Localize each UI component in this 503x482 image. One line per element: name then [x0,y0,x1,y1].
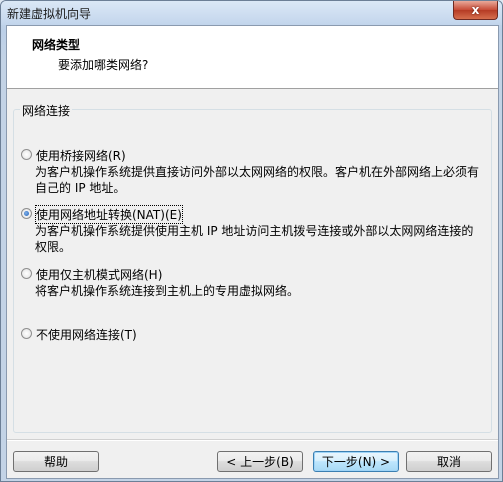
close-icon: x [471,3,480,17]
wizard-client-area: 网络类型 要添加哪类网络? 网络连接 使用桥接网络(R) 为客户机操作系统提供直… [6,25,499,479]
option-nat-desc: 为客户机操作系统提供使用主机 IP 地址访问主机拨号连接或外部以太网网络连接的权… [35,224,474,254]
page-subtitle: 要添加哪类网络? [58,58,149,72]
title-bar[interactable]: 新建虚拟机向导 x [1,1,502,25]
option-nat-label[interactable]: 使用网络地址转换(NAT)(E) [35,205,183,224]
option-no-network-label[interactable]: 不使用网络连接(T) [36,326,137,343]
page-title: 网络类型 [32,38,81,52]
radio-host-only[interactable] [21,268,32,279]
option-bridged-label[interactable]: 使用桥接网络(R) [36,147,126,164]
radio-bridged[interactable] [21,149,32,160]
footer-divider-highlight [7,440,498,441]
network-connection-group: 网络连接 使用桥接网络(R) 为客户机操作系统提供直接访问外部以太网网络的权限。… [13,102,492,433]
help-button[interactable]: 帮助 [13,451,99,472]
wizard-header: 网络类型 要添加哪类网络? [7,26,498,89]
option-host-only-label[interactable]: 使用仅主机模式网络(H) [36,266,162,283]
wizard-window: 新建虚拟机向导 x 网络类型 要添加哪类网络? 网络连接 使用桥接网络(R) 为… [0,0,503,482]
close-button[interactable]: x [453,1,498,20]
radio-nat[interactable] [21,208,32,219]
next-button[interactable]: 下一步(N) > [313,451,399,472]
option-bridged-desc: 为客户机操作系统提供直接访问外部以太网网络的权限。客户机在外部网络上必须有自己的… [35,165,480,195]
option-host-only-desc: 将客户机操作系统连接到主机上的专用虚拟网络。 [35,284,300,298]
back-button[interactable]: < 上一步(B) [217,451,303,472]
group-legend: 网络连接 [20,102,73,119]
cancel-button[interactable]: 取消 [406,451,492,472]
window-title: 新建虚拟机向导 [7,7,92,21]
radio-no-network[interactable] [21,328,32,339]
